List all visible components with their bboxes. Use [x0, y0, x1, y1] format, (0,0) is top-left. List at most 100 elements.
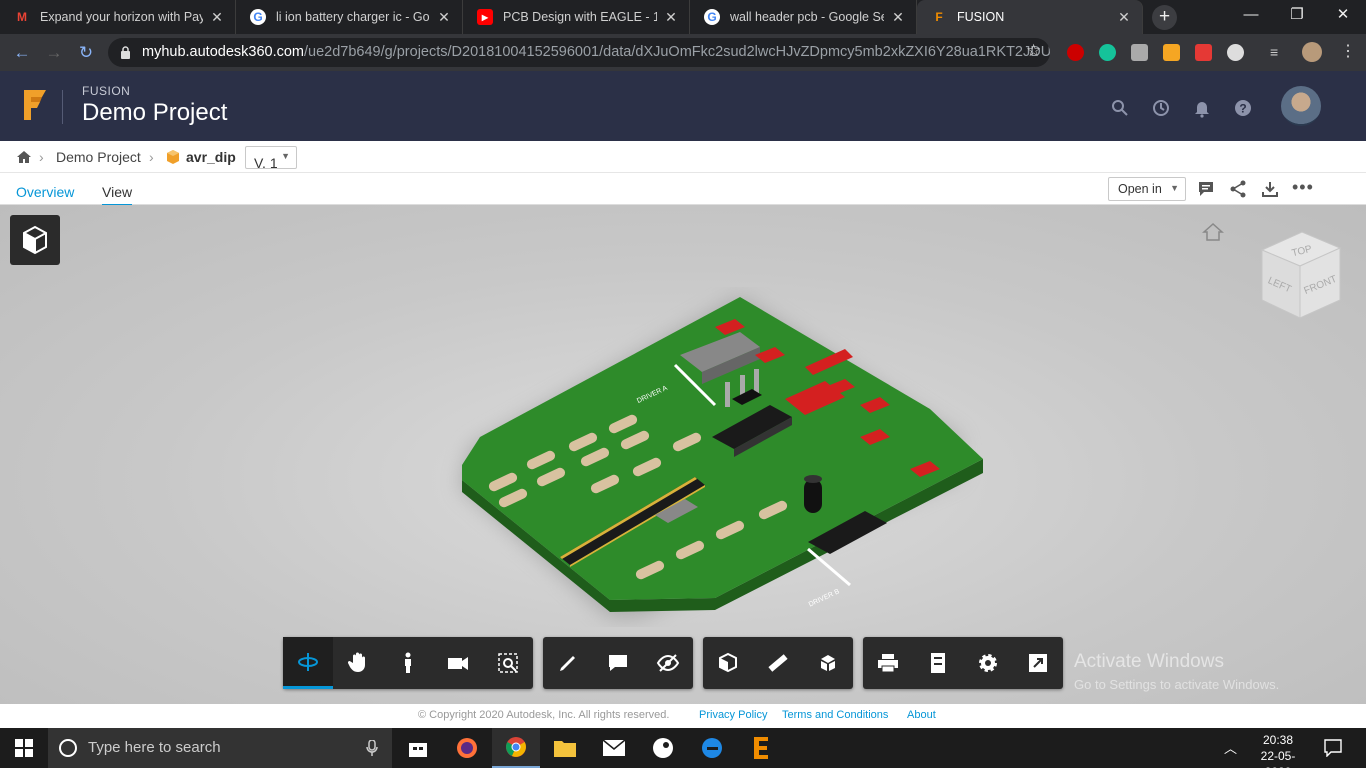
- media-control-icon[interactable]: ≡: [1270, 44, 1290, 61]
- tab-view[interactable]: View: [102, 184, 133, 206]
- taskbar-store[interactable]: [394, 728, 442, 768]
- chevron-up-icon[interactable]: ︿: [1224, 738, 1237, 757]
- taskbar-search-box[interactable]: Type here to search: [48, 728, 392, 768]
- notification-icon[interactable]: [1324, 739, 1342, 757]
- forward-button[interactable]: →: [42, 41, 66, 65]
- back-button[interactable]: ←: [10, 41, 34, 65]
- shield-extension-icon[interactable]: [1131, 44, 1148, 61]
- home-view-icon[interactable]: [1202, 222, 1224, 242]
- version-label: V. 1: [254, 155, 278, 171]
- pocket-icon[interactable]: [1195, 44, 1212, 61]
- record-extension-icon[interactable]: [1227, 44, 1244, 61]
- markup-button[interactable]: [543, 637, 593, 689]
- browser-menu-icon[interactable]: ⋮: [1340, 41, 1356, 61]
- taskbar-clock[interactable]: 20:38 22-05-2020: [1248, 732, 1308, 780]
- cube-icon: [23, 225, 47, 255]
- terms-link[interactable]: Terms and Conditions: [782, 709, 888, 721]
- pan-button[interactable]: [333, 637, 383, 689]
- taskbar-steam[interactable]: [639, 728, 687, 768]
- visibility-button[interactable]: [643, 637, 693, 689]
- model-viewer[interactable]: TOP LEFT FRONT DRIVER A DRIVER B Activat…: [0, 205, 1366, 704]
- model-tools-group: [703, 637, 853, 689]
- address-bar[interactable]: myhub.autodesk360.com/ue2d7b649/g/projec…: [108, 38, 1050, 67]
- taskbar-search-placeholder: Type here to search: [88, 739, 221, 756]
- first-person-button[interactable]: [383, 637, 433, 689]
- taskbar-firefox[interactable]: [443, 728, 491, 768]
- browser-tab-active[interactable]: F FUSION ✕: [917, 0, 1143, 34]
- orbit-button[interactable]: [283, 637, 333, 689]
- windows-logo-icon: [15, 739, 33, 757]
- close-tab-icon[interactable]: ✕: [436, 9, 452, 26]
- close-tab-icon[interactable]: ✕: [1116, 9, 1132, 26]
- microphone-icon[interactable]: [366, 740, 378, 756]
- comment-tool-button[interactable]: [593, 637, 643, 689]
- gmail-icon: M: [17, 10, 27, 24]
- taskbar-eagle[interactable]: [737, 728, 785, 768]
- model-browser-button[interactable]: [10, 215, 60, 265]
- taskbar-file-explorer[interactable]: [541, 728, 589, 768]
- markup-icon: [560, 656, 575, 671]
- user-avatar[interactable]: [1281, 86, 1321, 126]
- reload-button[interactable]: ↻: [74, 41, 98, 65]
- privacy-link[interactable]: Privacy Policy: [699, 709, 767, 721]
- minimize-button[interactable]: —: [1228, 0, 1274, 32]
- about-link[interactable]: About: [907, 709, 936, 721]
- close-window-button[interactable]: ✕: [1320, 0, 1366, 32]
- settings-button[interactable]: [963, 637, 1013, 689]
- profile-avatar[interactable]: [1302, 42, 1322, 62]
- close-tab-icon[interactable]: ✕: [890, 9, 906, 26]
- bookmark-star-icon[interactable]: ☆: [1026, 41, 1041, 61]
- adblock-icon[interactable]: [1067, 44, 1084, 61]
- grammarly-icon[interactable]: [1099, 44, 1116, 61]
- start-button[interactable]: [0, 728, 48, 768]
- history-icon[interactable]: [1151, 98, 1171, 118]
- search-icon[interactable]: [1110, 98, 1130, 118]
- tab-title: wall header pcb - Google Searc: [730, 10, 884, 24]
- browser-tab[interactable]: G wall header pcb - Google Searc ✕: [690, 0, 917, 34]
- comment-tool-icon: [609, 655, 627, 671]
- chevron-right-icon: ›: [149, 149, 154, 165]
- pcb-3d-model[interactable]: DRIVER A DRIVER B: [440, 287, 1000, 627]
- bell-icon[interactable]: [1192, 98, 1212, 118]
- taskbar-chrome[interactable]: [492, 728, 540, 768]
- properties-button[interactable]: [913, 637, 963, 689]
- camera-button[interactable]: [433, 637, 483, 689]
- print-button[interactable]: [863, 637, 913, 689]
- browser-tab[interactable]: M Expand your horizon with Payt ✕: [0, 0, 236, 34]
- comment-icon[interactable]: [1197, 180, 1215, 198]
- settings-tools-group: [863, 637, 1063, 689]
- measure-icon: [768, 654, 788, 672]
- tag-extension-icon[interactable]: [1163, 44, 1180, 61]
- breadcrumb-project[interactable]: Demo Project: [56, 149, 141, 165]
- version-select[interactable]: V. 1 ▼: [245, 146, 297, 171]
- view-cube[interactable]: TOP LEFT FRONT: [1258, 220, 1344, 322]
- home-icon[interactable]: [16, 150, 32, 164]
- taskbar-mail[interactable]: [590, 728, 638, 768]
- fullscreen-button[interactable]: [1013, 637, 1063, 689]
- new-tab-button[interactable]: +: [1152, 5, 1177, 30]
- explode-button[interactable]: [703, 637, 753, 689]
- restore-button[interactable]: ❐: [1274, 0, 1320, 32]
- clock-time: 20:38: [1262, 733, 1294, 747]
- browser-toolbar: ← → ↻ myhub.autodesk360.com/ue2d7b649/g/…: [0, 34, 1366, 71]
- help-icon[interactable]: ?: [1233, 98, 1253, 118]
- zoom-window-button[interactable]: [483, 637, 533, 689]
- breadcrumb: › Demo Project › avr_dip V. 1 ▼: [0, 141, 1366, 173]
- lock-icon: [121, 46, 130, 59]
- download-icon[interactable]: [1261, 180, 1279, 198]
- model-browser-tool-button[interactable]: [803, 637, 853, 689]
- browser-tab-bar: M Expand your horizon with Payt ✕ G li i…: [0, 0, 1366, 34]
- browser-tab[interactable]: G li ion battery charger ic - Goog ✕: [236, 0, 463, 34]
- folder-icon: [554, 741, 576, 757]
- tab-overview[interactable]: Overview: [16, 184, 74, 200]
- mail-icon: [602, 739, 626, 756]
- measure-button[interactable]: [753, 637, 803, 689]
- browser-tab[interactable]: ▶ PCB Design with EAGLE - 10 - A ✕: [463, 0, 690, 34]
- more-options-icon[interactable]: •••: [1292, 177, 1314, 198]
- close-tab-icon[interactable]: ✕: [209, 9, 225, 26]
- taskbar-edge[interactable]: [688, 728, 736, 768]
- fusion-icon: F: [935, 10, 943, 24]
- close-tab-icon[interactable]: ✕: [663, 9, 679, 26]
- share-icon[interactable]: [1229, 180, 1247, 198]
- open-in-button[interactable]: Open in ▼: [1108, 177, 1186, 201]
